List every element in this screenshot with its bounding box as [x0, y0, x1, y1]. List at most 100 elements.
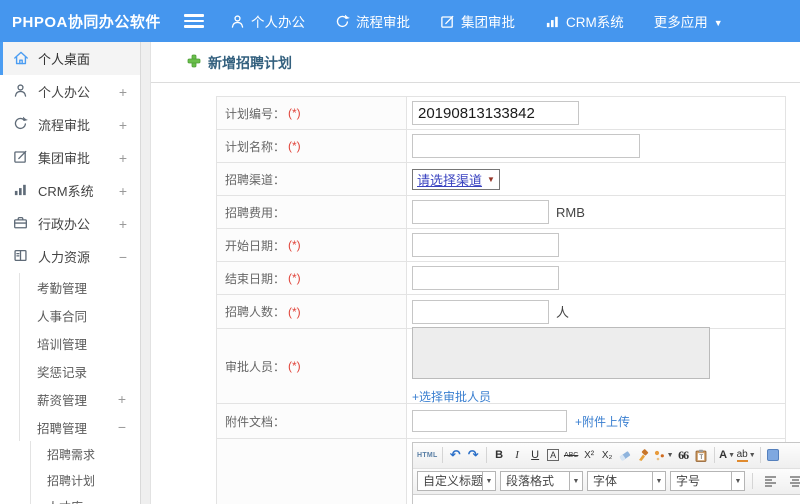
- user-icon: [13, 83, 30, 100]
- form-row-recruit-channel: 招聘渠道： 请选择渠道 ▼: [217, 163, 785, 196]
- form-row-end-date: 结束日期： (*): [217, 262, 785, 295]
- sidebar-item-personal-office[interactable]: 个人办公 +: [0, 75, 140, 108]
- editor-eraser-button[interactable]: [617, 446, 634, 465]
- expand-toggle[interactable]: +: [119, 118, 127, 132]
- sidebar-item-recruit-mgmt[interactable]: 招聘管理 −: [19, 413, 140, 441]
- dropdown-value: 自定义标题: [417, 471, 483, 491]
- start-date-input[interactable]: [412, 233, 559, 257]
- sidebar-item-hr-contract[interactable]: 人事合同: [19, 301, 140, 329]
- editor-italic-button[interactable]: I: [509, 446, 526, 465]
- expand-toggle[interactable]: +: [119, 184, 127, 198]
- expand-toggle[interactable]: +: [119, 217, 127, 231]
- editor-content-area[interactable]: [413, 494, 800, 504]
- expand-toggle[interactable]: −: [119, 250, 127, 264]
- form-value-approvers: +选择审批人员: [407, 327, 785, 405]
- dropdown-value: 字体: [587, 471, 653, 491]
- expand-toggle[interactable]: +: [118, 392, 126, 406]
- sidebar-item-personal-desktop[interactable]: 个人桌面: [0, 42, 140, 75]
- sidebar-item-label: 薪资管理: [37, 393, 88, 408]
- approvers-textarea[interactable]: [412, 327, 710, 379]
- required-mark: (*): [288, 271, 301, 285]
- app-logo: PHPOA协同办公软件: [12, 13, 161, 31]
- editor-superscript-button[interactable]: X²: [581, 446, 598, 465]
- attachment-input[interactable]: [412, 410, 567, 432]
- sidebar-item-admin-office[interactable]: 行政办公 +: [0, 207, 140, 240]
- sidebar-item-salary-mgmt[interactable]: 薪资管理 +: [19, 385, 140, 413]
- plan-name-input[interactable]: [412, 134, 640, 158]
- expand-toggle[interactable]: +: [119, 151, 127, 165]
- editor-underline-button[interactable]: U: [527, 446, 544, 465]
- editor-image-button[interactable]: [765, 446, 782, 465]
- chart-icon: [545, 14, 560, 29]
- editor-dropdown-3[interactable]: 字号 ▼: [670, 471, 745, 491]
- editor-strikethrough-button[interactable]: ABC: [563, 446, 580, 465]
- page-title-bar: 新增招聘计划: [151, 42, 800, 83]
- end-date-input[interactable]: [412, 266, 559, 290]
- editor-paste-text-button[interactable]: T: [693, 446, 710, 465]
- editor-subscript-button[interactable]: X₂: [599, 446, 616, 465]
- sidebar-item-label: 考勤管理: [37, 281, 88, 296]
- hamburger-menu-icon[interactable]: [184, 14, 204, 28]
- caret-down-icon: ▼: [483, 471, 496, 491]
- nav-item-group-approval[interactable]: 集团审批: [440, 11, 515, 31]
- editor-html-source-button[interactable]: HTML: [417, 446, 438, 465]
- sidebar-item-workflow-approval[interactable]: 流程审批 +: [0, 108, 140, 141]
- editor-highlight-color-button[interactable]: ab ▼: [736, 446, 756, 465]
- caret-down-icon: ▼: [653, 471, 666, 491]
- sidebar-item-training-mgmt[interactable]: 培训管理: [19, 329, 140, 357]
- svg-text:T: T: [699, 454, 703, 461]
- sidebar-item-human-resources[interactable]: 人力资源 −: [0, 240, 140, 273]
- editor-dropdown-1[interactable]: 段落格式 ▼: [500, 471, 583, 491]
- dropdown-value: 段落格式: [500, 471, 570, 491]
- form-value-recruit-cost: RMB: [407, 196, 785, 228]
- recruit-channel-select[interactable]: 请选择渠道 ▼: [412, 168, 500, 190]
- sidebar-item-reward-punishment[interactable]: 奖惩记录: [19, 357, 140, 385]
- sidebar-item-talent-pool[interactable]: 人才库: [30, 493, 140, 504]
- editor-align-left-button[interactable]: [760, 472, 781, 491]
- form-value-start-date: [407, 229, 785, 261]
- editor-font-border-button[interactable]: A: [545, 446, 562, 465]
- recruit-headcount-input[interactable]: [412, 299, 549, 324]
- hr-icon: [13, 248, 30, 265]
- expand-toggle[interactable]: −: [118, 420, 126, 434]
- sidebar-item-label: 流程审批: [38, 118, 91, 133]
- nav-item-personal-office[interactable]: 个人办公: [230, 11, 305, 31]
- form-label-content-editor: [217, 439, 407, 504]
- nav-item-workflow-approval[interactable]: 流程审批: [335, 11, 410, 31]
- editor-dropdown-0[interactable]: 自定义标题 ▼: [417, 471, 496, 491]
- editor-auto-typeset-button[interactable]: ▼: [653, 446, 674, 465]
- form-label-approvers: 审批人员： (*): [217, 329, 407, 403]
- sidebar-item-recruit-plan[interactable]: 招聘计划: [30, 467, 140, 493]
- editor-font-color-button[interactable]: A ▼: [719, 446, 736, 465]
- toolbar-separator: [441, 447, 443, 463]
- sidebar-item-label: 奖惩记录: [37, 365, 88, 380]
- editor-undo-button[interactable]: ↶: [447, 446, 464, 465]
- form-value-plan-name: [407, 130, 785, 162]
- plan-number-input[interactable]: [412, 101, 579, 125]
- editor-dropdown-2[interactable]: 字体 ▼: [587, 471, 666, 491]
- editor-blockquote-button[interactable]: 66: [675, 446, 692, 465]
- sidebar-item-crm-system[interactable]: CRM系统 +: [0, 174, 140, 207]
- dropdown-value: 字号: [670, 471, 732, 491]
- recruit-cost-input[interactable]: [412, 200, 549, 224]
- sidebar-item-recruit-demand[interactable]: 招聘需求: [30, 441, 140, 467]
- sidebar-item-attendance-mgmt[interactable]: 考勤管理: [19, 273, 140, 301]
- sidebar-item-group-approval[interactable]: 集团审批 +: [0, 141, 140, 174]
- editor-redo-button[interactable]: ↷: [465, 446, 482, 465]
- form-label-text: 审批人员：: [225, 359, 286, 374]
- editor-format-brush-button[interactable]: [635, 446, 652, 465]
- required-mark: (*): [288, 139, 301, 153]
- sidebar-item-label: 个人办公: [38, 85, 91, 100]
- select-approvers-link[interactable]: +选择审批人员: [412, 388, 491, 405]
- nav-item-crm-system[interactable]: CRM系统: [545, 11, 624, 31]
- form-row-attachment: 附件文档： +附件上传: [217, 404, 785, 439]
- editor-align-center-button[interactable]: [785, 472, 800, 491]
- expand-toggle[interactable]: +: [119, 85, 127, 99]
- editor-bold-button[interactable]: B: [491, 446, 508, 465]
- form-label-text: 结束日期：: [225, 271, 286, 286]
- chart-icon: [13, 182, 30, 199]
- edit-icon: [440, 14, 455, 29]
- upload-attachment-link[interactable]: +附件上传: [575, 413, 630, 430]
- nav-item-more-apps[interactable]: 更多应用 ▼: [654, 11, 723, 31]
- form-row-recruit-headcount: 招聘人数： (*) 人: [217, 295, 785, 329]
